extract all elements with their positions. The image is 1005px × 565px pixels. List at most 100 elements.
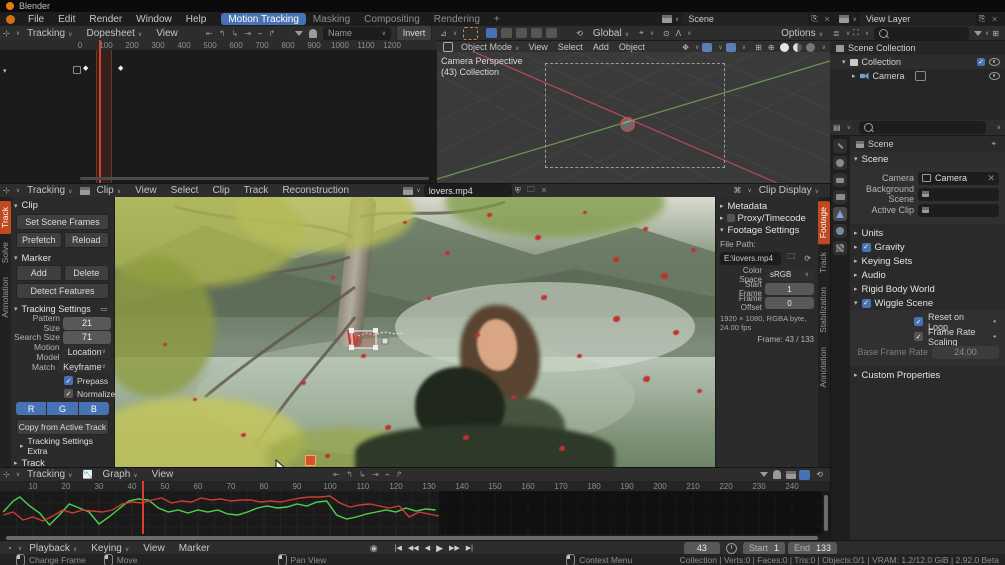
proxy-panel-header[interactable]: ▸Proxy/Timecode [720,212,814,224]
panel-custom-properties[interactable]: ▸Custom Properties [850,368,1005,382]
outliner-row-scene-collection[interactable]: Scene Collection [830,41,1005,55]
tab-compositing[interactable]: Compositing [357,14,427,25]
animate-dot-icon[interactable]: • [990,332,999,341]
proportional-edit-icon[interactable]: ⊙ [660,29,673,38]
menu-file[interactable]: File [21,14,51,25]
graph-mode-dropdown[interactable]: Tracking∨ [20,469,79,480]
tracking-marker[interactable] [340,322,415,367]
blender-menu-icon[interactable] [6,15,15,24]
panel-units[interactable]: ▸Units [850,226,1005,240]
jump-icons[interactable]: ⇤ ↰ ↳ ⇥ ⌁ ↱ [203,29,280,38]
jump-end-button[interactable]: ▶| [466,544,473,552]
overlay-toggle-icon[interactable] [702,43,712,52]
auto-keying-icon[interactable]: ◉ [367,543,381,554]
properties-search-input[interactable] [859,121,986,134]
clip-display-dropdown[interactable]: Clip Display∨ [752,185,826,196]
tab-annotation-right[interactable]: Annotation [818,341,830,394]
dopesheet-ruler[interactable]: 0100200300400500600700800900100011001200 [0,40,437,51]
reprojection-toggle-icon[interactable]: ⟲ [813,470,826,479]
frame-offset-field[interactable]: 0 [765,297,814,309]
secondary-marker[interactable] [305,455,316,466]
clip-menu-reconstruction[interactable]: Reconstruction [275,185,356,196]
vp-menu-select[interactable]: Select [553,42,588,52]
use-preview-range-icon[interactable] [726,543,737,554]
dopesheet-hscrollbar[interactable] [80,177,429,180]
select-mode-extend-icon[interactable] [501,28,512,38]
gravity-checkbox[interactable]: ✓ [862,243,871,252]
reset-on-loop-checkbox[interactable]: ✓ [914,317,923,326]
search-size-field[interactable]: 71 [63,331,111,344]
menu-help[interactable]: Help [179,14,214,25]
active-clip-field[interactable] [918,204,999,217]
marker-panel-header[interactable]: ▾Marker [14,251,111,265]
tool-icon[interactable]: ⊹ [0,186,13,195]
footage-settings-header[interactable]: ▾Footage Settings [720,224,814,236]
animate-dot-icon[interactable]: • [990,317,999,326]
select-mode-invert-icon[interactable] [531,28,542,38]
options-dropdown[interactable]: Options∨ [774,28,830,39]
pattern-size-field[interactable]: 21 [63,317,111,330]
viewlayer-new-icon[interactable]: ⎘ [976,14,988,24]
scene-properties-icon[interactable] [833,207,847,221]
tracking-settings-extra-header[interactable]: ▸Tracking Settings Extra [14,439,111,452]
outliner-search-input[interactable] [874,27,969,40]
wiggle-checkbox[interactable]: ✓ [862,299,871,308]
unlink-icon[interactable]: ✕ [538,186,551,195]
editor-type-icon[interactable]: ▤ [830,123,844,132]
prev-keyframe-button[interactable]: ◀◀ [408,544,419,552]
browse-folder-icon[interactable]: 🗀 [784,251,798,265]
panel-keying-sets[interactable]: ▸Keying Sets [850,254,1005,268]
pin-icon[interactable]: ⌖ [988,139,999,149]
clip-name-field[interactable]: lovers.mp4 [424,184,512,197]
jump-start-button[interactable]: |◀ [395,544,402,552]
viewlayer-icon[interactable] [839,15,849,23]
visibility-eye-icon[interactable] [989,58,1000,66]
clip-mode-dropdown[interactable]: Tracking∨ [20,185,79,196]
only-selected-icon[interactable] [773,470,781,479]
channel-r-button[interactable]: R [16,402,46,415]
open-file-icon[interactable]: 🗀 [524,184,538,198]
tracking-curves[interactable] [0,493,830,537]
pivot-icon[interactable]: ⌘ [730,186,744,195]
tool-icon[interactable]: ⊹ [0,29,13,38]
next-keyframe-button[interactable]: ▶▶ [449,544,460,552]
tab-footage[interactable]: Footage [818,201,830,244]
outliner-filter-icon[interactable] [974,31,982,36]
camera-value-field[interactable]: Camera✕ [918,172,999,185]
dopesheet-playhead[interactable] [99,40,101,183]
tab-stabilization[interactable]: Stabilization [818,281,830,339]
select-mode-new-icon[interactable] [486,28,497,38]
texture-properties-icon[interactable] [833,241,847,255]
orientation-dropdown[interactable]: Global∨ [586,28,636,39]
expand-icon[interactable]: ▾ [842,58,846,66]
base-frame-rate-field[interactable]: 24.00 [932,346,999,359]
select-mode-subtract-icon[interactable] [516,28,527,38]
delete-marker-button[interactable]: Delete [64,265,110,281]
render-properties-icon[interactable] [833,156,847,170]
orientation-icon[interactable]: ⟲ [573,29,586,38]
channel-g-button[interactable]: G [47,402,77,415]
menu-render[interactable]: Render [82,14,129,25]
frame-rate-scaling-checkbox[interactable]: ✓ [914,332,923,341]
view-layer-selector[interactable]: View Layer [860,13,976,26]
metadata-panel-header[interactable]: ▸Metadata [720,200,814,212]
viewlayer-properties-icon[interactable] [833,190,847,204]
outliner-row-camera[interactable]: ▸ Camera [830,69,1005,83]
graph-menu-view[interactable]: View [145,469,181,480]
falloff-icon[interactable]: Λ [673,29,684,38]
graph-view-dropdown[interactable]: Graph∨ [95,469,144,480]
tab-motion-tracking[interactable]: Motion Tracking [221,13,306,25]
reload-icon[interactable]: ⟳ [801,254,814,263]
tab-track[interactable]: Track [0,201,11,234]
current-frame-field[interactable]: 43 [684,542,720,555]
vp-menu-add[interactable]: Add [588,42,614,52]
clip-view-dropdown[interactable]: Clip∨ [90,185,129,196]
match-dropdown[interactable]: Keyframe∨ [58,360,111,373]
clip-datablock-icon[interactable] [403,187,413,195]
panel-wiggle-scene[interactable]: ▾✓Wiggle Scene [850,296,1005,310]
background-scene-field[interactable] [918,188,999,201]
tool-icon[interactable]: ⊹ [0,470,13,479]
graph-toggle-icon[interactable] [799,470,810,480]
channel-expand-icon[interactable]: ▾ [3,67,7,75]
detect-features-button[interactable]: Detect Features [16,283,109,299]
